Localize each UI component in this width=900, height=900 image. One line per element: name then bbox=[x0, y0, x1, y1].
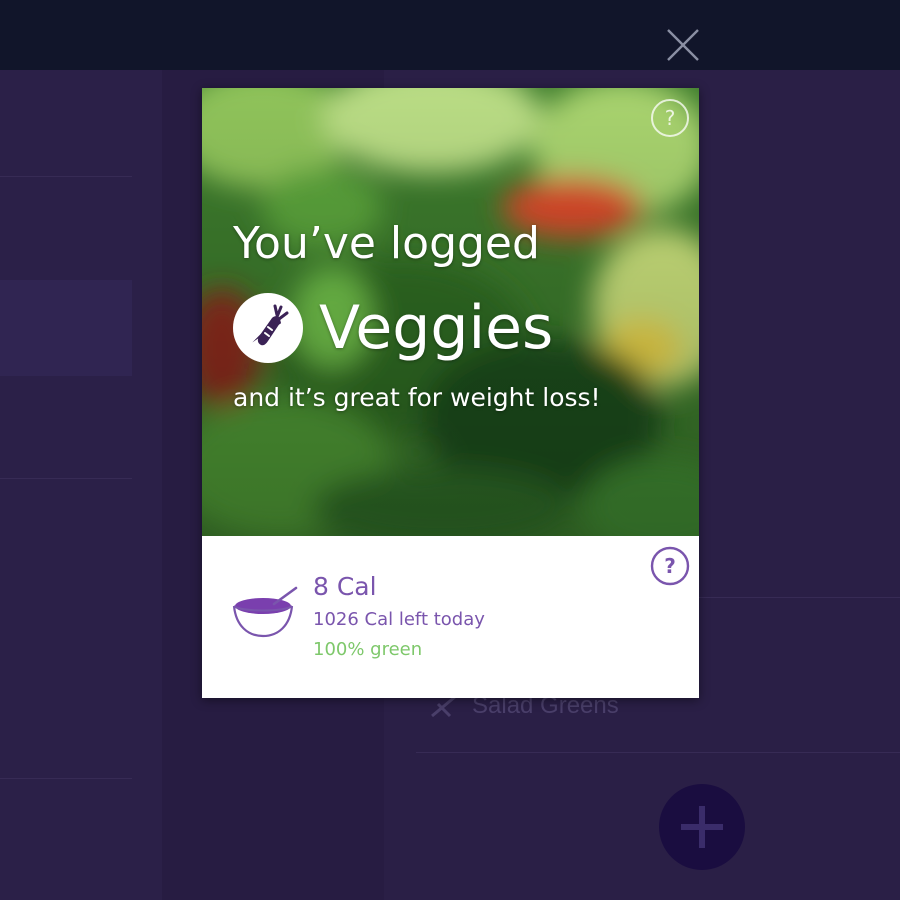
divider bbox=[0, 176, 132, 177]
green-percent: 100% green bbox=[313, 639, 423, 660]
headline: You’ve logged bbox=[233, 218, 540, 269]
carrot-icon bbox=[252, 304, 289, 346]
background-left-panel bbox=[0, 70, 162, 900]
help-button[interactable]: ? bbox=[650, 546, 690, 586]
calories-left: 1026 Cal left today bbox=[313, 609, 485, 630]
hero-image: ? You’ve logged Veggies and it’s great f… bbox=[202, 88, 699, 536]
plus-icon bbox=[681, 806, 723, 848]
calories: 8 Cal bbox=[313, 572, 377, 601]
svg-text:?: ? bbox=[665, 106, 676, 130]
background-card bbox=[0, 280, 132, 376]
food-category-name: Veggies bbox=[319, 293, 554, 363]
bowl-icon bbox=[232, 586, 298, 638]
close-button[interactable] bbox=[662, 24, 704, 66]
help-icon: ? bbox=[650, 546, 690, 586]
help-icon: ? bbox=[651, 99, 689, 137]
divider bbox=[416, 752, 900, 753]
close-icon bbox=[667, 29, 699, 61]
help-button[interactable]: ? bbox=[650, 98, 690, 138]
food-category: Veggies bbox=[233, 290, 553, 366]
top-bar bbox=[0, 0, 900, 70]
divider bbox=[699, 597, 900, 598]
logged-food-modal: ? You’ve logged Veggies and it’s great f… bbox=[202, 88, 699, 698]
modal-footer: ? 8 Cal 1026 Cal left today 100% green bbox=[202, 536, 699, 698]
nutrition-summary: 8 Cal 1026 Cal left today 100% green bbox=[313, 572, 485, 662]
message: and it’s great for weight loss! bbox=[233, 383, 601, 412]
carrot-icon-badge bbox=[233, 293, 303, 363]
divider bbox=[0, 478, 132, 479]
add-button[interactable] bbox=[659, 784, 745, 870]
svg-text:?: ? bbox=[664, 554, 676, 578]
divider bbox=[0, 778, 132, 779]
